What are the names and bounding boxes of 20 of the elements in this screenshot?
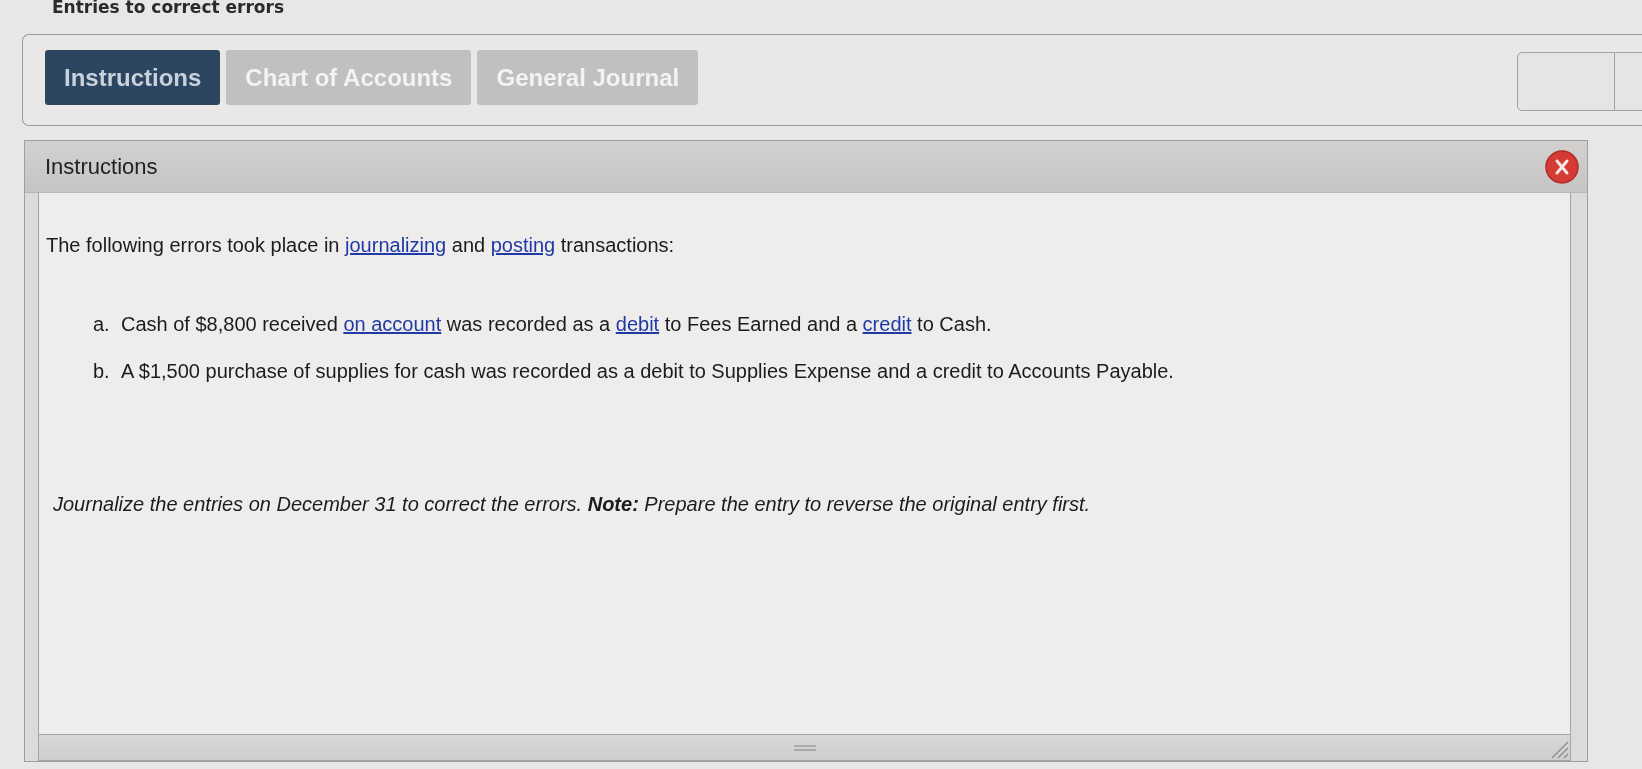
blank-button[interactable] [1615,52,1642,111]
list-marker: b. [93,359,111,383]
resize-bar[interactable] [38,734,1571,761]
task-text: Journalize the entries on December 31 to correct the errors. Note: Prepare the entry to reverse the original entry first. [53,492,1092,516]
glossary-link[interactable]: on account [343,313,442,335]
glossary-link[interactable]: journalizing [345,234,447,256]
grip-icon[interactable] [792,743,817,752]
panel-title: Instructions [45,153,158,180]
resize-handle-icon[interactable] [1549,739,1569,759]
glossary-link[interactable]: posting [490,234,556,256]
list-marker: a. [93,312,111,336]
tab[interactable]: Instructions [45,50,221,105]
close-icon[interactable] [1545,149,1579,184]
error-text: Cash of $8,800 received on account was recorded as a debit to Fees Earned and a credit to Cash. [121,312,992,336]
intro-text: The following errors took place in journalizing and posting transactions: [46,233,676,257]
page-title: Entries to correct errors [52,0,285,17]
glossary-link[interactable]: debit [615,313,660,335]
error-text: A $1,500 purchase of supplies for cash was recorded as a debit to Supplies Expense and a credit to Accounts Payable. [121,359,1174,383]
blank-button[interactable] [1517,52,1615,111]
glossary-link[interactable]: credit [862,313,912,335]
